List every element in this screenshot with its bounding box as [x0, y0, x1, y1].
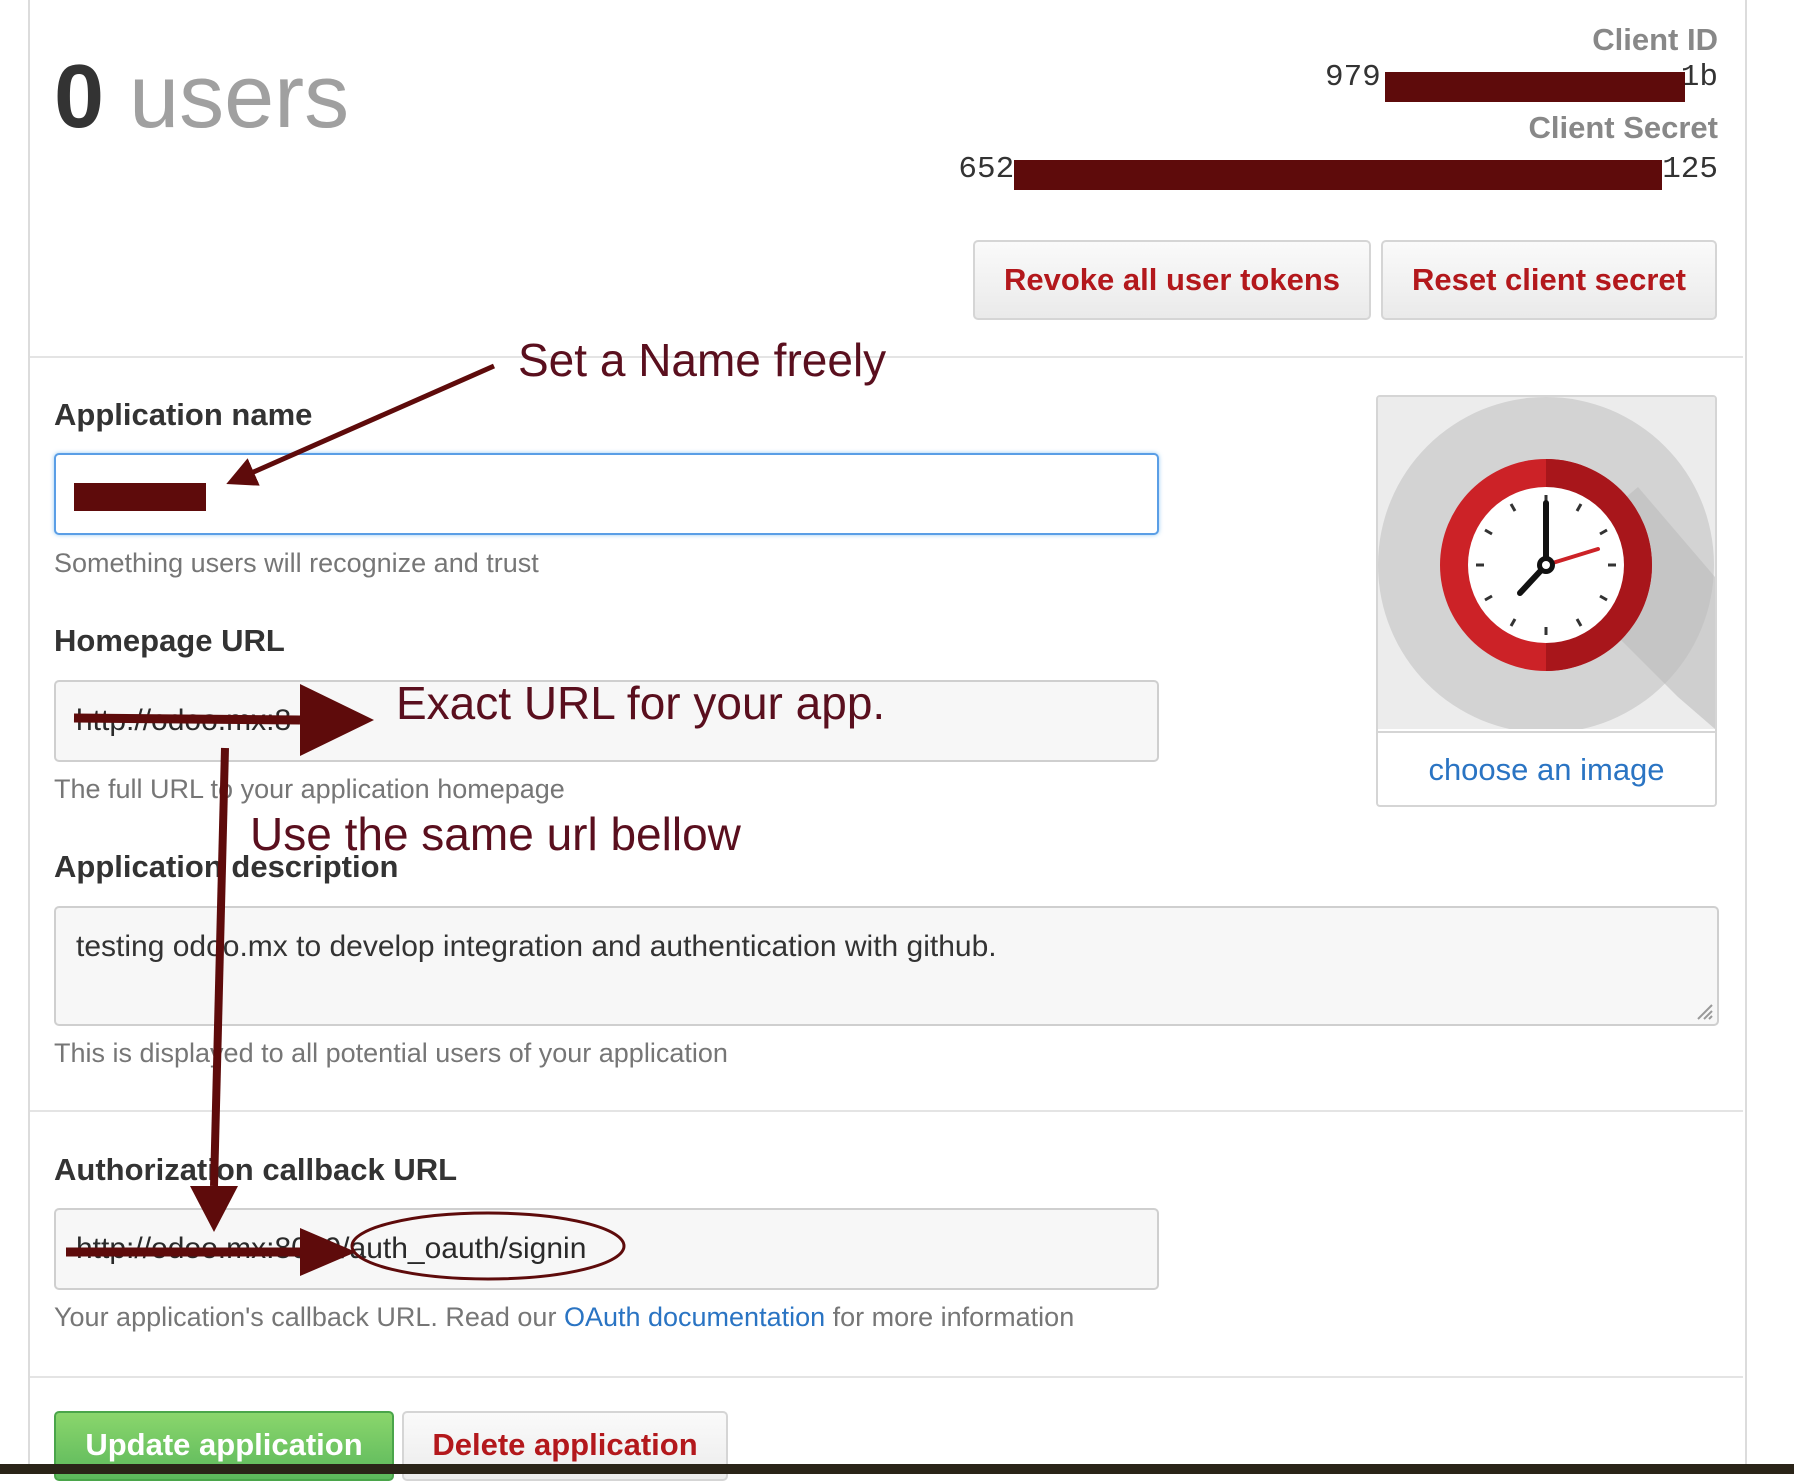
client-secret-suffix: 125	[1662, 152, 1718, 187]
user-count: 0 users	[54, 52, 349, 142]
homepage-hint: The full URL to your application homepag…	[54, 774, 565, 804]
annotation-url-note: Exact URL for your app.	[396, 677, 886, 729]
callback-hint: Your application's callback URL. Read ou…	[54, 1302, 1074, 1333]
description-textarea[interactable]: testing odoo.mx to develop integration a…	[54, 906, 1719, 1026]
bottom-edge	[0, 1464, 1794, 1474]
revoke-tokens-button[interactable]: Revoke all user tokens	[973, 240, 1371, 320]
app-name-redaction	[74, 483, 206, 511]
section-divider	[30, 356, 1743, 358]
callback-value-suffix: auth_oauth/signin	[349, 1232, 587, 1265]
resize-grip-icon[interactable]	[1694, 1001, 1714, 1021]
callback-value-prefix: http://odoo.mx:8069/	[76, 1232, 350, 1265]
callback-hint-tail: for more information	[825, 1302, 1075, 1332]
client-id-suffix: 1b	[1680, 60, 1718, 95]
homepage-value: http://odoo.mx:8	[76, 704, 292, 737]
app-name-label: Application name	[54, 397, 313, 432]
callback-label: Authorization callback URL	[54, 1152, 458, 1187]
callback-input[interactable]: http://odoo.mx:8069/auth_oauth/signin	[54, 1208, 1159, 1290]
client-secret-redaction	[1014, 160, 1662, 190]
user-count-label: users	[129, 47, 350, 147]
avatar-picker[interactable]: choose an image	[1376, 395, 1717, 807]
annotation-same-url-note: Use the same url bellow	[250, 808, 741, 860]
callback-hint-text: Your application's callback URL. Read ou…	[54, 1302, 564, 1332]
oauth-docs-link[interactable]: OAuth documentation	[564, 1302, 825, 1332]
callback-value: http://odoo.mx:8069/auth_oauth/signin	[76, 1232, 586, 1266]
client-id-prefix: 979	[1324, 60, 1381, 95]
homepage-label: Homepage URL	[54, 623, 285, 658]
section-divider	[30, 1376, 1743, 1378]
description-hint: This is displayed to all potential users…	[54, 1038, 728, 1068]
description-value: testing odoo.mx to develop integration a…	[76, 930, 997, 963]
client-secret-prefix: 652	[958, 152, 1015, 187]
reset-secret-button[interactable]: Reset client secret	[1381, 240, 1717, 320]
page-margin	[1747, 0, 1794, 1474]
app-name-hint: Something users will recognize and trust	[54, 548, 539, 578]
client-secret-label: Client Secret	[1528, 110, 1718, 145]
app-name-input[interactable]	[54, 453, 1159, 535]
annotation-name-note: Set a Name freely	[518, 334, 887, 386]
section-divider	[30, 1110, 1743, 1112]
client-id-label: Client ID	[1592, 22, 1718, 57]
choose-image-link[interactable]: choose an image	[1378, 731, 1715, 805]
user-count-number: 0	[54, 47, 105, 147]
clock-icon	[1378, 397, 1715, 733]
client-id-redaction	[1385, 72, 1685, 102]
